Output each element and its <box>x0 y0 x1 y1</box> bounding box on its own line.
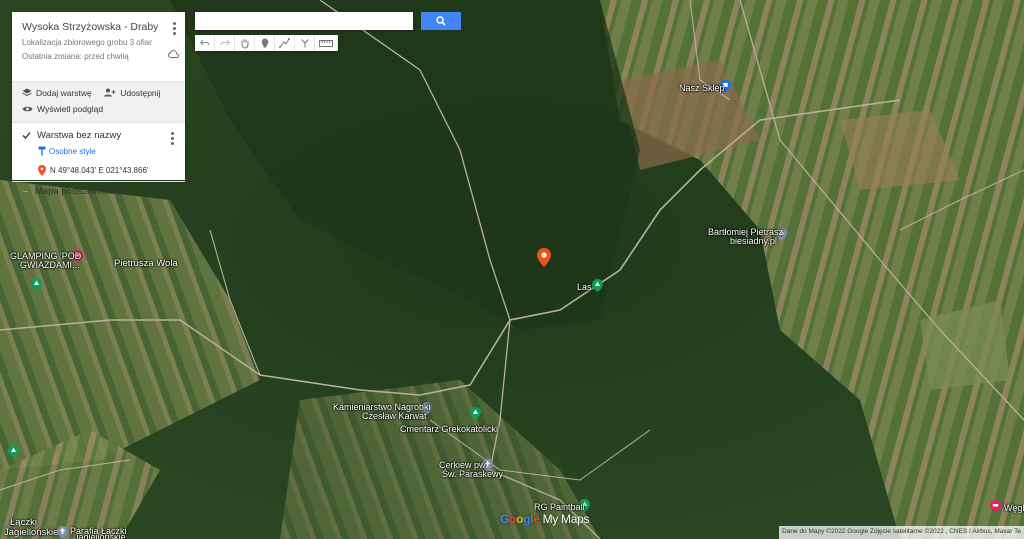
panel-actions: Dodaj warstwę Udostępnij Wyświetl podglą… <box>12 81 185 123</box>
hand-icon <box>241 38 248 49</box>
ruler-icon <box>319 39 333 47</box>
add-directions-button[interactable] <box>295 35 315 51</box>
map-label-laczki-2: Jagiellońskie <box>4 527 59 538</box>
base-map-row[interactable]: Mapa podstawowa <box>12 181 185 201</box>
last-change-status: Ostatnia zmiana: przed chwilą <box>22 52 129 61</box>
map-details-panel: Wysoka Strzyżowska - Draby Lokalizacja z… <box>12 12 185 197</box>
search-button[interactable] <box>421 12 461 30</box>
point-coordinates: N 49°48.043' E 021°43.866' <box>50 166 149 175</box>
layer-section: Warstwa bez nazwy Osobne style N 49°48.0… <box>12 123 185 181</box>
search-bar <box>195 12 461 30</box>
layers-icon <box>22 88 32 97</box>
layer-style-link[interactable]: Osobne style <box>38 146 175 156</box>
measure-button[interactable] <box>315 35 338 51</box>
map-toolbar <box>195 35 338 51</box>
forest-poi-icon[interactable] <box>592 279 603 292</box>
map-options-icon[interactable] <box>173 22 177 37</box>
map-label-bartlomiej-2: biesiadny.pl <box>730 236 777 246</box>
cloud-saved-icon <box>168 50 179 58</box>
add-marker-button[interactable] <box>255 35 275 51</box>
park-poi-icon[interactable] <box>8 445 19 458</box>
pin-icon <box>38 165 46 176</box>
park-poi-icon[interactable] <box>31 278 42 291</box>
preview-button[interactable]: Wyświetl podgląd <box>22 102 103 115</box>
map-label-pietrusza-wola[interactable]: Pietrusza Wola <box>114 259 178 269</box>
map-description[interactable]: Lokalizacja zbiorowego grobu 3 ofiar <box>22 36 175 50</box>
map-label-kamieniarstwo-2: Czesław Karwat <box>362 411 427 421</box>
lodging-poi-icon[interactable] <box>990 500 1001 513</box>
map-label-parafia-2: Jagiellońskie <box>74 535 126 539</box>
line-icon <box>279 38 290 48</box>
eye-icon <box>22 106 33 111</box>
map-label-weglo[interactable]: Węglo <box>1004 503 1024 513</box>
share-label: Udostępnij <box>120 87 161 98</box>
map-label-las[interactable]: Las <box>577 282 592 292</box>
map-label-cerkiew-2: Św. Paraskewy <box>442 469 504 479</box>
share-button[interactable]: Udostępnij <box>104 86 160 99</box>
preview-label: Wyświetl podgląd <box>37 103 104 114</box>
layer-options-icon[interactable] <box>171 132 175 147</box>
route-icon <box>300 39 309 48</box>
map-label-glamping-2: GWIAZDAMI... <box>20 260 80 270</box>
base-map-label: Mapa podstawowa <box>35 186 115 197</box>
layer-name[interactable]: Warstwa bez nazwy <box>37 130 121 141</box>
undo-button[interactable] <box>195 35 215 51</box>
search-input[interactable] <box>195 12 413 30</box>
add-person-icon <box>104 88 116 97</box>
google-my-maps-logo: Google My Maps <box>500 512 590 526</box>
marker-icon <box>261 38 268 48</box>
expand-arrow-icon[interactable] <box>22 188 29 195</box>
undo-icon <box>199 39 209 46</box>
map-title[interactable]: Wysoka Strzyżowska - Draby <box>22 21 175 33</box>
search-icon <box>436 16 446 26</box>
redo-icon <box>220 39 230 46</box>
cemetery-poi-icon[interactable] <box>470 407 481 420</box>
add-layer-label: Dodaj warstwę <box>36 87 92 98</box>
map-label-nasz-sklep[interactable]: Nasz Sklep <box>679 83 725 93</box>
redo-button[interactable] <box>215 35 235 51</box>
map-label-cmentarz[interactable]: Cmentarz Grekokatolicki <box>400 424 498 434</box>
layer-checkbox[interactable] <box>22 131 31 140</box>
draw-line-button[interactable] <box>275 35 295 51</box>
map-label-rg-paintball[interactable]: RG Paintball <box>534 502 585 512</box>
add-layer-button[interactable]: Dodaj warstwę <box>22 86 92 99</box>
paint-roller-icon <box>38 146 46 156</box>
select-tool-button[interactable] <box>235 35 255 51</box>
map-attribution[interactable]: Dane do Mapy ©2022 Google Zdjęcie sateli… <box>779 526 1024 539</box>
panel-header: Wysoka Strzyżowska - Draby Lokalizacja z… <box>12 12 185 81</box>
layer-point-item[interactable]: N 49°48.043' E 021°43.866' <box>38 165 175 176</box>
style-link-label: Osobne style <box>49 146 96 156</box>
location-pin-icon[interactable] <box>537 248 551 267</box>
parish-poi-icon[interactable] <box>57 526 68 539</box>
